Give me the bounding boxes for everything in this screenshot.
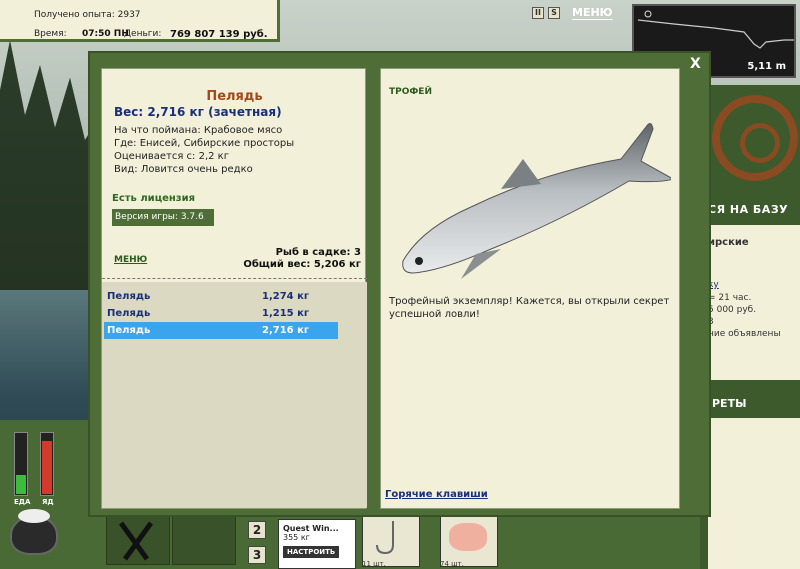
food-label: ЕДА [14, 498, 31, 506]
fish-place: Где: Енисей, Сибирские просторы [114, 138, 295, 149]
configure-button[interactable]: НАСТРОИТЬ [283, 546, 340, 558]
game-version: Версия игры: 3.7.6 [112, 209, 214, 226]
bait-count: 74 шт. [440, 560, 464, 568]
license-status: Есть лицензия [112, 193, 196, 204]
cage-total-weight: Общий вес: 5,206 кг [243, 259, 361, 270]
fish-rated-from: Оценивается с: 2,2 кг [114, 151, 229, 162]
poison-meter [40, 432, 54, 496]
hotkeys-link[interactable]: Горячие клавиши [385, 489, 488, 500]
hook-icon [376, 521, 394, 555]
catch-row-name: Пелядь [107, 291, 151, 302]
secrets-button[interactable]: РЕТЫ [700, 388, 800, 418]
cage-stats: Рыб в садке: 3 Общий вес: 5,206 кг [243, 247, 361, 271]
tackle-slot[interactable]: Quest Win... 355 кг НАСТРОИТЬ [278, 519, 356, 569]
slot-number-2[interactable]: 2 [248, 521, 266, 539]
version-label: Версия игры: [115, 212, 178, 222]
fish-name: Пелядь [206, 89, 263, 104]
close-button[interactable]: X [690, 56, 701, 72]
experience-label: Получено опыта: [34, 10, 115, 20]
fish-weight: Вес: 2,716 кг (зачетная) [114, 105, 282, 119]
trophy-message: Трофейный экземпляр! Кажется, вы открыли… [389, 296, 670, 320]
catch-row-name: Пелядь [107, 308, 151, 319]
tackle-weight: 355 кг [283, 533, 310, 542]
separator [102, 278, 367, 279]
time-value: 07:50 ПН [82, 29, 129, 39]
eat-button[interactable] [106, 514, 170, 565]
top-controls: II S МЕНЮ [532, 6, 613, 20]
food-meter [14, 432, 28, 496]
trophy-pane: ТРОФЕЙ Трофейный экземпляр! Кажется, вы … [380, 68, 680, 509]
catch-row-selected[interactable]: Пелядь 2,716 кг [104, 322, 338, 339]
fish-image [402, 123, 671, 279]
catch-row-weight: 1,215 кг [262, 308, 310, 319]
version-value: 3.7.6 [180, 212, 204, 222]
location-card-line-4: ние объявлены [708, 329, 781, 339]
catch-row-weight: 2,716 кг [262, 325, 310, 336]
slot-number-3[interactable]: 3 [248, 546, 266, 564]
sound-button[interactable]: S [548, 7, 560, 19]
hook-count: 11 шт. [362, 560, 386, 568]
cooking-pot-icon[interactable] [10, 509, 58, 555]
player-info-panel: Получено опыта: 2937 Время: 07:50 ПН Ден… [0, 0, 280, 42]
location-card-title: ирские [708, 237, 749, 248]
money-value: 769 807 139 руб. [170, 29, 268, 40]
time-label: Время: [34, 29, 67, 39]
catch-row[interactable]: Пелядь 1,274 кг [104, 288, 338, 305]
go-to-base-button[interactable]: СЯ НА БАЗУ [700, 190, 800, 225]
main-menu-button[interactable]: МЕНЮ [572, 6, 613, 20]
food-meter-fill [16, 475, 26, 494]
dialog-menu-link[interactable]: МЕНЮ [114, 255, 147, 265]
catch-row-name: Пелядь [107, 325, 151, 336]
poison-label: ЯД [42, 498, 54, 506]
ship-wheel-icon [712, 95, 798, 181]
fish-details-pane: Пелядь Вес: 2,716 кг (зачетная) На что п… [101, 68, 367, 509]
tackle-name: Quest Win... [283, 524, 339, 533]
location-card: ирские ку = 21 час. 5 000 руб. 3 ние объ… [708, 225, 800, 380]
money-label: Деньги: [124, 29, 162, 39]
experience-value: 2937 [117, 10, 141, 20]
fish-slot-button[interactable] [172, 514, 236, 565]
fish-catch-rate: Вид: Ловится очень редко [114, 164, 253, 175]
cage-count: Рыб в садке: 3 [275, 247, 361, 258]
fork-knife-icon [118, 521, 154, 561]
pause-button[interactable]: II [532, 7, 544, 19]
poison-meter-fill [42, 441, 52, 494]
depth-value: 5,11 m [747, 61, 786, 72]
catch-row[interactable]: Пелядь 1,215 кг [104, 305, 338, 322]
crab-meat-icon [449, 523, 487, 551]
catch-list: Пелядь 1,274 кг Пелядь 1,215 кг Пелядь 2… [102, 282, 367, 508]
fish-bait: На что поймана: Крабовое мясо [114, 125, 283, 136]
location-card-line-2: 5 000 руб. [708, 305, 757, 315]
catch-row-weight: 1,274 кг [262, 291, 310, 302]
right-card-lower [708, 418, 800, 569]
location-card-line-1: = 21 час. [708, 293, 752, 303]
experience-row: Получено опыта: 2937 [34, 10, 141, 20]
